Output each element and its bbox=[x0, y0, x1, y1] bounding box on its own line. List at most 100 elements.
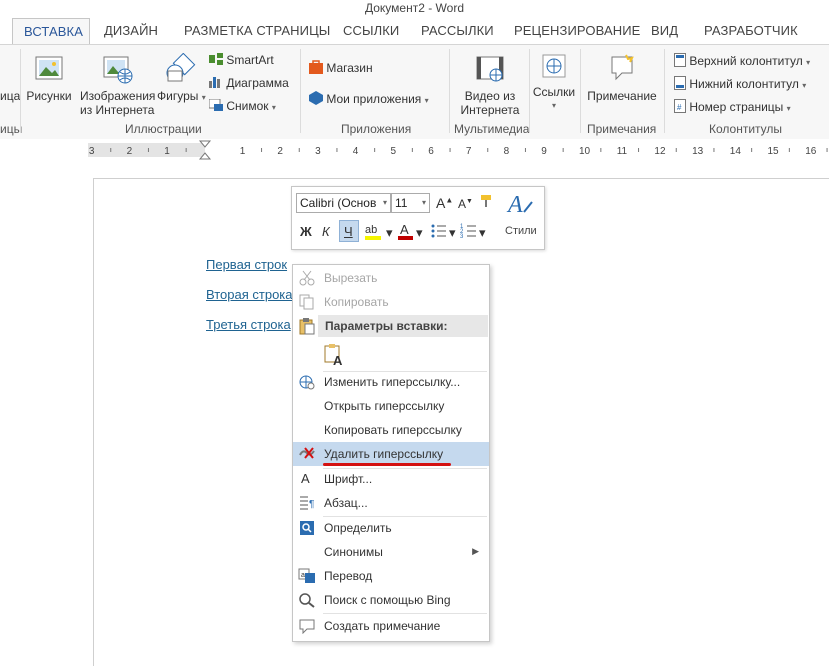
font-name-combo[interactable]: Calibri (Основ ▾ bbox=[296, 193, 391, 213]
chevron-down-icon[interactable]: ▾ bbox=[416, 225, 423, 241]
store-icon bbox=[309, 60, 323, 74]
smartart-button[interactable]: SmartArt bbox=[209, 53, 274, 67]
chevron-down-icon: ▾ bbox=[421, 198, 426, 207]
paste-options-header: Параметры вставки: bbox=[318, 315, 488, 337]
my-apps-button[interactable]: Мои приложения ▾ bbox=[309, 91, 429, 106]
group-label-tables: ицы bbox=[0, 122, 23, 136]
menu-item-search-bing[interactable]: Поиск с помощью Bing bbox=[293, 589, 489, 611]
italic-button[interactable]: К bbox=[322, 224, 330, 239]
link-icon bbox=[542, 54, 566, 78]
menu-item-copy[interactable]: Копировать bbox=[293, 291, 489, 313]
chevron-down-icon: ▾ bbox=[806, 58, 811, 67]
menu-item-cut[interactable]: Вырезать bbox=[293, 267, 489, 289]
ruler-number: 15 bbox=[768, 146, 780, 157]
ruler-number: 13 bbox=[692, 146, 704, 157]
menu-item-edit-hyperlink[interactable]: Изменить гиперссылку... bbox=[293, 371, 489, 393]
font-size-value: 11 bbox=[395, 196, 408, 210]
footer-icon bbox=[674, 76, 686, 90]
tab-mailings[interactable]: РАССЫЛКИ bbox=[421, 23, 494, 38]
comment-icon bbox=[611, 54, 634, 81]
grow-font-icon[interactable]: A▲ bbox=[436, 195, 453, 211]
chevron-down-icon[interactable]: ▾ bbox=[479, 225, 486, 241]
chart-button[interactable]: Диаграмма bbox=[209, 76, 289, 90]
footer-button[interactable]: Нижний колонтитул ▾ bbox=[674, 76, 806, 91]
format-painter-icon[interactable] bbox=[479, 193, 495, 212]
hyperlink-line-3[interactable]: Третья строка bbox=[206, 317, 291, 332]
paragraph-icon: ¶ bbox=[300, 496, 314, 510]
red-underline-annotation bbox=[323, 463, 451, 466]
svg-text:A: A bbox=[400, 222, 409, 237]
tab-insert[interactable]: ВСТАВКА bbox=[12, 18, 90, 45]
ruler-number: 2 bbox=[277, 146, 283, 157]
online-pictures-button[interactable]: Изображения из Интернета bbox=[80, 53, 155, 117]
screenshot-icon bbox=[208, 98, 223, 111]
shrink-font-icon[interactable]: A▼ bbox=[458, 197, 473, 211]
tab-references[interactable]: ССЫЛКИ bbox=[343, 23, 399, 38]
menu-item-synonyms[interactable]: Синонимы ▶ bbox=[293, 541, 489, 563]
shapes-button[interactable]: Фигуры ▾ bbox=[157, 53, 206, 105]
hyperlink-line-2[interactable]: Вторая строка bbox=[206, 287, 293, 302]
my-apps-label: Мои приложения bbox=[326, 92, 422, 106]
numbering-icon[interactable]: 123 bbox=[460, 222, 478, 243]
links-button[interactable]: Ссылки ▾ bbox=[532, 53, 576, 113]
video-icon bbox=[476, 56, 504, 82]
comment-button[interactable]: Примечание bbox=[585, 53, 659, 103]
ruler-number: 12 bbox=[654, 146, 666, 157]
tab-review[interactable]: РЕЦЕНЗИРОВАНИЕ bbox=[514, 23, 640, 38]
chevron-down-icon[interactable]: ▾ bbox=[386, 225, 393, 241]
ruler-number: 16 bbox=[805, 146, 817, 157]
menu-item-paragraph[interactable]: ¶ Абзац... bbox=[293, 492, 489, 514]
screenshot-button[interactable]: Снимок ▾ bbox=[208, 98, 276, 113]
ruler-number: 3 bbox=[315, 146, 321, 157]
page-number-button[interactable]: # Номер страницы ▾ bbox=[674, 99, 791, 114]
menu-item-define[interactable]: Определить bbox=[293, 517, 489, 539]
styles-label: Стили bbox=[505, 225, 537, 237]
chevron-down-icon: ▾ bbox=[802, 81, 807, 90]
svg-text:A: A bbox=[506, 192, 523, 218]
group-label-header-footer: Колонтитулы bbox=[709, 122, 783, 136]
ruler-number: 10 bbox=[579, 146, 591, 157]
menu-item-font[interactable]: A Шрифт... bbox=[293, 468, 489, 490]
bold-button[interactable]: Ж bbox=[300, 224, 312, 239]
tab-design[interactable]: ДИЗАЙН bbox=[104, 23, 158, 38]
ruler-ticks: 3 2 1 1 2 3 4 5 6 7 8 9 10 11 12 13 14 15 16 bbox=[88, 140, 828, 160]
page-number-icon: # bbox=[674, 99, 686, 113]
header-button[interactable]: Верхний колонтитул ▾ bbox=[674, 53, 810, 68]
ruler-number: 11 bbox=[617, 146, 628, 157]
store-button[interactable]: Магазин bbox=[309, 60, 373, 75]
chevron-down-icon: ▾ bbox=[382, 198, 387, 207]
tab-developer[interactable]: РАЗРАБОТЧИК bbox=[704, 23, 798, 38]
menu-item-new-comment[interactable]: Создать примечание bbox=[293, 615, 489, 637]
ruler-number: 4 bbox=[353, 146, 359, 157]
horizontal-ruler[interactable]: 3 2 1 1 2 3 4 5 6 7 8 9 10 11 12 13 14 15 16 bbox=[0, 139, 829, 161]
chevron-down-icon[interactable]: ▾ bbox=[449, 225, 456, 241]
tab-page-layout[interactable]: РАЗМЕТКА СТРАНИЦЫ bbox=[184, 23, 330, 38]
tab-view[interactable]: ВИД bbox=[651, 23, 678, 38]
shapes-icon bbox=[166, 53, 196, 82]
table-button-partial[interactable]: ица bbox=[0, 89, 20, 103]
translate-icon: a bbox=[298, 568, 315, 583]
online-video-button[interactable]: Видео из Интернета bbox=[457, 53, 523, 117]
bullets-icon[interactable] bbox=[430, 222, 448, 243]
svg-text:#: # bbox=[677, 103, 682, 112]
menu-item-copy-hyperlink[interactable]: Копировать гиперссылку bbox=[293, 419, 489, 441]
font-size-combo[interactable]: 11 ▾ bbox=[391, 193, 430, 213]
hyperlink-line-1[interactable]: Первая строк bbox=[206, 257, 287, 272]
ruler-number: 7 bbox=[466, 146, 472, 157]
underline-button[interactable]: Ч bbox=[344, 224, 353, 239]
font-color-icon[interactable]: A bbox=[397, 221, 415, 244]
chevron-down-icon: ▾ bbox=[201, 93, 206, 102]
group-label-comments: Примечания bbox=[587, 122, 657, 136]
svg-text:a: a bbox=[301, 572, 305, 579]
header-icon bbox=[674, 53, 686, 67]
styles-icon[interactable]: A bbox=[506, 190, 536, 221]
svg-text:3: 3 bbox=[460, 234, 464, 240]
comment-icon bbox=[299, 619, 315, 634]
store-label: Магазин bbox=[326, 61, 373, 75]
menu-item-translate[interactable]: a Перевод bbox=[293, 565, 489, 587]
highlight-icon[interactable]: ab bbox=[364, 221, 386, 244]
paste-text-only-icon[interactable]: A bbox=[323, 343, 347, 367]
pictures-button[interactable]: Рисунки bbox=[25, 53, 73, 103]
ruler-number: 2 bbox=[127, 146, 133, 157]
menu-item-open-hyperlink[interactable]: Открыть гиперссылку bbox=[293, 395, 489, 417]
